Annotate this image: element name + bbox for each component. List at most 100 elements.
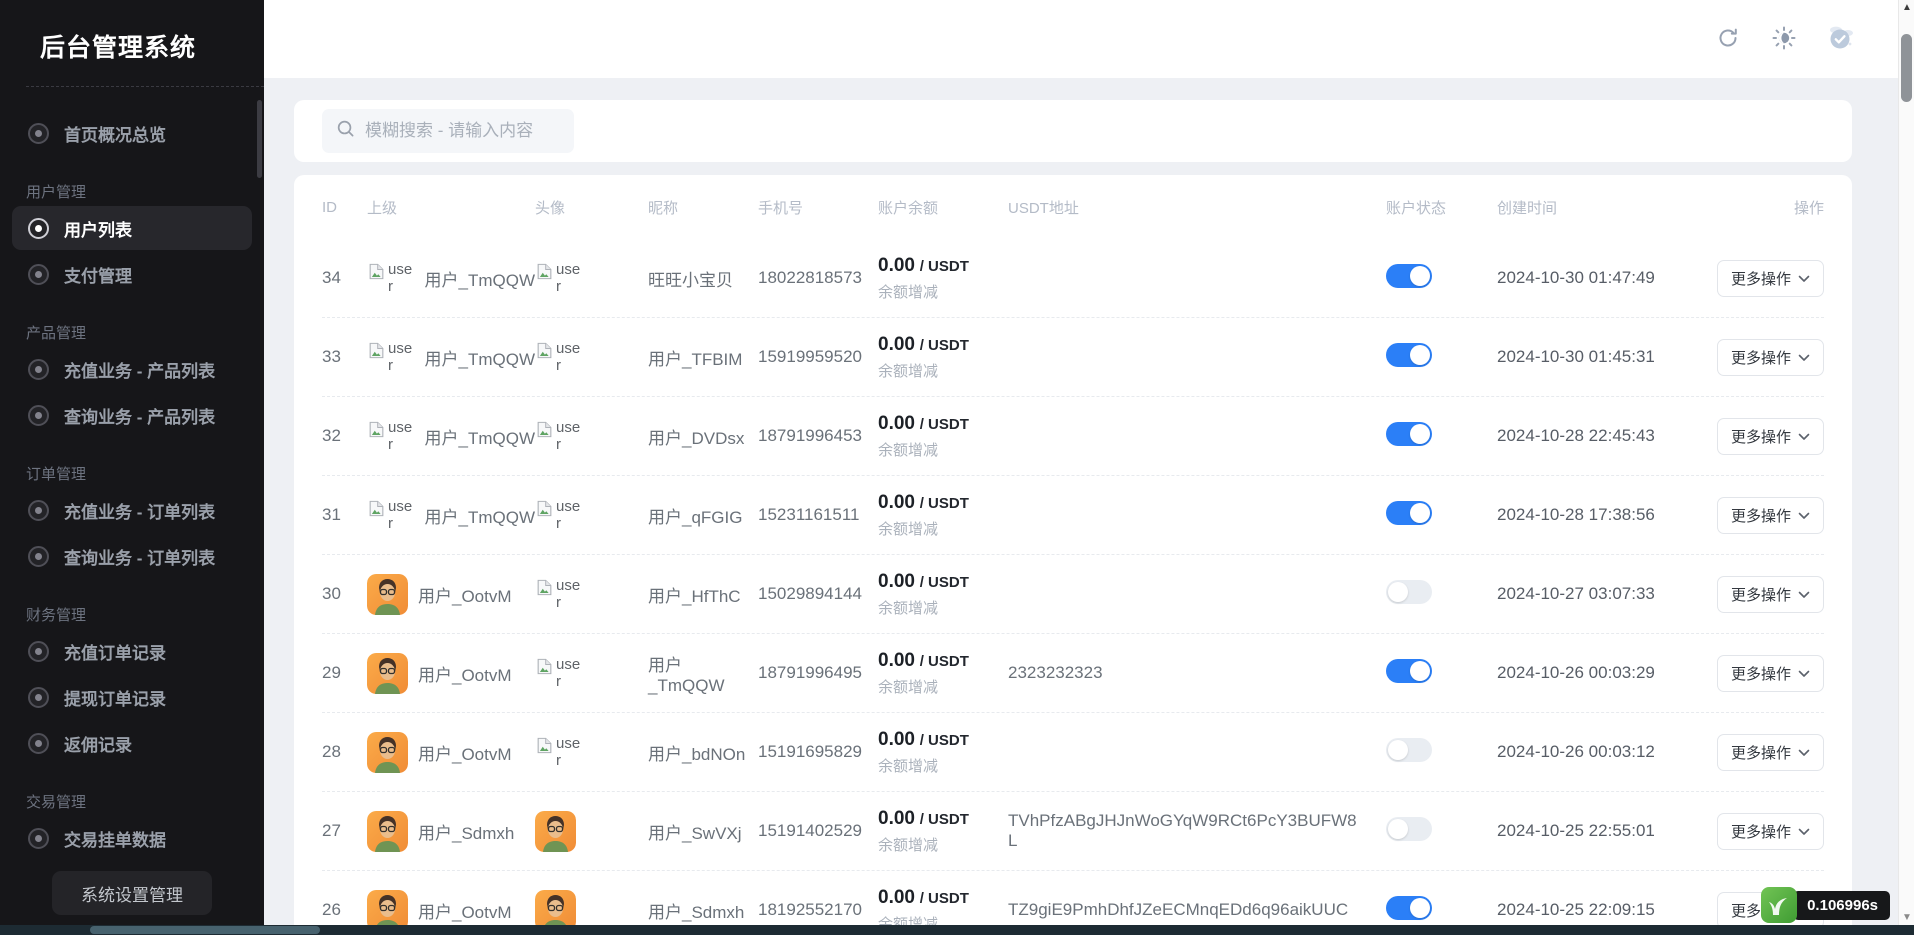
account-status-toggle[interactable] bbox=[1386, 501, 1432, 525]
sidebar-item[interactable]: 返佣记录 bbox=[12, 721, 252, 765]
broken-image-icon: user bbox=[367, 261, 415, 295]
sidebar-item[interactable]: 首页概况总览 bbox=[12, 111, 252, 155]
row-parent-cell: 用户_OotvM bbox=[367, 653, 535, 694]
row-created-time: 2024-10-26 00:03:29 bbox=[1497, 663, 1714, 683]
chevron-down-icon bbox=[1798, 270, 1810, 287]
balance-adjust-link[interactable]: 余额增减 bbox=[878, 597, 1008, 618]
balance-value: 0.00 bbox=[878, 255, 915, 276]
account-status-toggle[interactable] bbox=[1386, 659, 1432, 683]
column-header: 账户余额 bbox=[878, 197, 1008, 218]
row-action-cell: 更多操作 bbox=[1714, 260, 1824, 297]
menu-ring-icon bbox=[28, 828, 49, 849]
row-id: 29 bbox=[322, 663, 367, 683]
column-header: 昵称 bbox=[648, 197, 758, 218]
refresh-button[interactable] bbox=[1714, 25, 1742, 53]
more-actions-button[interactable]: 更多操作 bbox=[1717, 418, 1824, 455]
account-status-toggle[interactable] bbox=[1386, 343, 1432, 367]
scrollbar-up-arrow[interactable]: ▲ bbox=[1899, 2, 1914, 13]
sidebar-item-label: 提现订单记录 bbox=[64, 685, 166, 710]
row-status-cell bbox=[1386, 580, 1497, 609]
sidebar-item[interactable]: 交易挂单数据 bbox=[12, 816, 252, 860]
balance-adjust-link[interactable]: 余额增减 bbox=[878, 439, 1008, 460]
balance-adjust-link[interactable]: 余额增减 bbox=[878, 518, 1008, 539]
more-actions-button[interactable]: 更多操作 bbox=[1717, 339, 1824, 376]
sidebar-item[interactable]: 查询业务 - 订单列表 bbox=[12, 534, 252, 578]
row-action-cell: 更多操作 bbox=[1714, 734, 1824, 771]
devtools-leaf-icon[interactable] bbox=[1761, 887, 1797, 923]
menu-ring-icon bbox=[28, 218, 49, 239]
sidebar-group: 财务管理 充值订单记录 提现订单记录 返佣记录 bbox=[0, 604, 264, 765]
system-settings-button[interactable]: 系统设置管理 bbox=[52, 871, 212, 915]
theme-toggle-button[interactable] bbox=[1770, 25, 1798, 53]
topbar bbox=[264, 0, 1914, 78]
search-input[interactable] bbox=[365, 121, 586, 141]
sidebar-item[interactable]: 充值业务 - 产品列表 bbox=[12, 347, 252, 391]
account-status-toggle[interactable] bbox=[1386, 896, 1432, 920]
account-status-toggle[interactable] bbox=[1386, 817, 1432, 841]
sidebar-item[interactable]: 支付管理 bbox=[12, 252, 252, 296]
chevron-down-icon bbox=[1798, 823, 1810, 840]
balance-unit: / USDT bbox=[920, 574, 969, 591]
more-actions-label: 更多操作 bbox=[1731, 426, 1791, 447]
row-parent-cell: user 用户_TmQQW bbox=[367, 498, 535, 532]
sidebar-item[interactable]: 查询业务 - 产品列表 bbox=[12, 393, 252, 437]
balance-adjust-link[interactable]: 余额增减 bbox=[878, 834, 1008, 855]
sidebar-item[interactable]: 提现订单记录 bbox=[12, 675, 252, 719]
row-id: 32 bbox=[322, 426, 367, 446]
horizontal-scrollbar-thumb[interactable] bbox=[90, 926, 320, 934]
sidebar-item[interactable]: 充值订单记录 bbox=[12, 629, 252, 673]
vertical-scrollbar[interactable]: ▲ ▼ bbox=[1898, 0, 1914, 925]
row-id: 26 bbox=[322, 900, 367, 920]
row-nickname: 用户_Sdmxh bbox=[648, 898, 758, 923]
user-avatar-image bbox=[367, 574, 408, 615]
broken-image-alt: user bbox=[556, 577, 580, 611]
more-actions-label: 更多操作 bbox=[1731, 663, 1791, 684]
scrollbar-down-arrow[interactable]: ▼ bbox=[1899, 912, 1914, 923]
more-actions-button[interactable]: 更多操作 bbox=[1717, 655, 1824, 692]
vertical-scrollbar-thumb[interactable] bbox=[1901, 34, 1912, 102]
balance-unit: / USDT bbox=[920, 732, 969, 749]
sidebar-item-label: 支付管理 bbox=[64, 262, 132, 287]
more-actions-button[interactable]: 更多操作 bbox=[1717, 734, 1824, 771]
horizontal-scrollbar[interactable] bbox=[0, 925, 1914, 935]
more-actions-button[interactable]: 更多操作 bbox=[1717, 260, 1824, 297]
table-row: 27 用户_Sdmxh 用户_SwVXj 15191402529 0.00 / … bbox=[322, 792, 1824, 871]
row-usdt-address: TZ9giE9PmhDhfJZeECMnqEDd6q96aikUUC bbox=[1008, 900, 1386, 920]
sidebar-item-label: 充值业务 - 产品列表 bbox=[64, 357, 215, 382]
balance-adjust-link[interactable]: 余额增减 bbox=[878, 281, 1008, 302]
row-status-cell bbox=[1386, 264, 1497, 293]
account-status-toggle[interactable] bbox=[1386, 738, 1432, 762]
content-area: ID上级头像昵称手机号账户余额USDT地址账户状态创建时间操作 34 user … bbox=[264, 78, 1914, 935]
row-id: 27 bbox=[322, 821, 367, 841]
row-nickname: 用户_TFBIM bbox=[648, 345, 758, 370]
column-header: 上级 bbox=[367, 197, 535, 218]
row-phone: 18791996495 bbox=[758, 663, 878, 683]
row-status-cell bbox=[1386, 738, 1497, 767]
broken-image-icon: user bbox=[535, 261, 585, 295]
broken-image-alt: user bbox=[556, 340, 580, 374]
more-actions-button[interactable]: 更多操作 bbox=[1717, 497, 1824, 534]
balance-adjust-link[interactable]: 余额增减 bbox=[878, 360, 1008, 381]
balance-adjust-link[interactable]: 余额增减 bbox=[878, 755, 1008, 776]
sidebar-scrollbar-thumb[interactable] bbox=[257, 100, 262, 178]
more-actions-button[interactable]: 更多操作 bbox=[1717, 813, 1824, 850]
sidebar-group: 首页概况总览 bbox=[0, 111, 264, 155]
sidebar-item[interactable]: 充值业务 - 订单列表 bbox=[12, 488, 252, 532]
balance-adjust-link[interactable]: 余额增减 bbox=[878, 676, 1008, 697]
row-phone: 18022818573 bbox=[758, 268, 878, 288]
sidebar-item[interactable]: 用户列表 bbox=[12, 206, 252, 250]
row-parent-cell: user 用户_TmQQW bbox=[367, 340, 535, 374]
account-status-toggle[interactable] bbox=[1386, 580, 1432, 604]
chevron-down-icon bbox=[1798, 349, 1810, 366]
row-status-cell bbox=[1386, 659, 1497, 688]
row-parent-cell: 用户_OotvM bbox=[367, 732, 535, 773]
parent-name: 用户_TmQQW bbox=[425, 266, 536, 291]
status-check-button[interactable] bbox=[1826, 25, 1854, 53]
row-action-cell: 更多操作 bbox=[1714, 813, 1824, 850]
more-actions-button[interactable]: 更多操作 bbox=[1717, 576, 1824, 613]
row-parent-cell: 用户_Sdmxh bbox=[367, 811, 535, 852]
row-id: 34 bbox=[322, 268, 367, 288]
account-status-toggle[interactable] bbox=[1386, 264, 1432, 288]
account-status-toggle[interactable] bbox=[1386, 422, 1432, 446]
sidebar-group-label: 财务管理 bbox=[0, 604, 264, 625]
